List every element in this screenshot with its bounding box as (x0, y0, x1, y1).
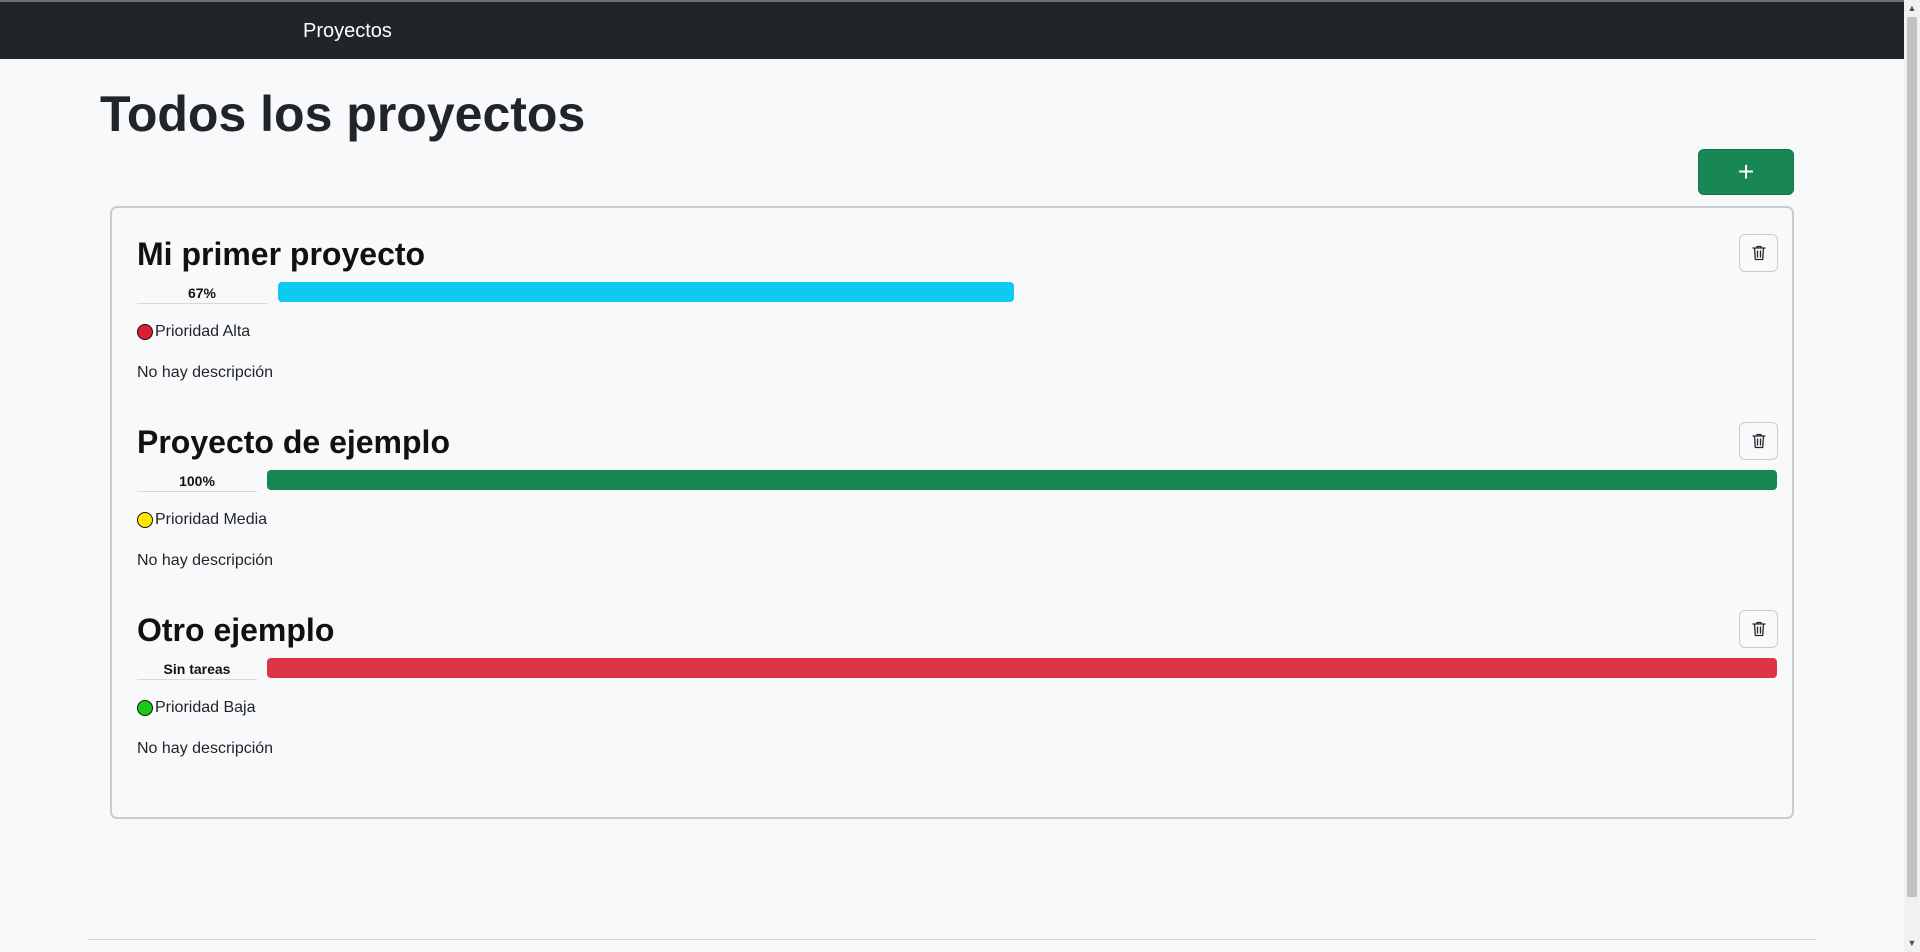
progress-label: 100% (137, 470, 257, 492)
trash-icon (1751, 433, 1766, 449)
priority-indicator: Prioridad Alta (137, 323, 250, 341)
priority-label: Prioridad Media (155, 511, 268, 528)
project-item: Proyecto de ejemplo 100% Prioridad Media… (112, 422, 1792, 582)
priority-indicator: Prioridad Baja (137, 699, 256, 717)
scroll-up-arrow-icon[interactable]: ▲ (1904, 0, 1920, 17)
top-navbar: Proyectos (0, 0, 1904, 59)
priority-dot (137, 512, 153, 528)
footer-divider (88, 939, 1816, 940)
priority-label: Prioridad Baja (155, 699, 256, 716)
progress-bar (278, 282, 1376, 302)
project-title: Proyecto de ejemplo (137, 424, 450, 460)
project-item: Otro ejemplo Sin tareas Prioridad Baja N… (112, 610, 1792, 770)
project-description: No hay descripción (137, 364, 274, 381)
priority-label: Prioridad Alta (155, 323, 251, 340)
progress-bar (267, 470, 1777, 490)
page-title: Todos los proyectos (100, 86, 586, 142)
nav-link-proyectos[interactable]: Proyectos (303, 20, 392, 43)
priority-indicator: Prioridad Media (137, 511, 267, 529)
progress-bar (267, 658, 1777, 678)
project-item: Mi primer proyecto 67% Prioridad Alta No… (112, 234, 1792, 394)
scroll-down-arrow-icon[interactable]: ▼ (1904, 935, 1920, 952)
scroll-thumb[interactable] (1907, 17, 1917, 897)
delete-project-button[interactable] (1739, 234, 1778, 272)
vertical-scrollbar[interactable]: ▲ ▼ (1904, 0, 1920, 952)
progress-fill (267, 470, 1777, 490)
trash-icon (1751, 245, 1766, 261)
add-project-button[interactable]: + (1698, 149, 1794, 195)
project-title: Mi primer proyecto (137, 236, 426, 272)
progress-fill (278, 282, 1014, 302)
delete-project-button[interactable] (1739, 422, 1778, 460)
delete-project-button[interactable] (1739, 610, 1778, 648)
project-title: Otro ejemplo (137, 612, 335, 648)
trash-icon (1751, 621, 1766, 637)
project-list-card: Mi primer proyecto 67% Prioridad Alta No… (110, 206, 1794, 819)
project-description: No hay descripción (137, 740, 274, 757)
project-description: No hay descripción (137, 552, 274, 569)
progress-label: 67% (137, 282, 267, 304)
priority-dot (137, 700, 153, 716)
priority-dot (137, 324, 153, 340)
progress-fill (267, 658, 1777, 678)
progress-label: Sin tareas (137, 658, 257, 680)
